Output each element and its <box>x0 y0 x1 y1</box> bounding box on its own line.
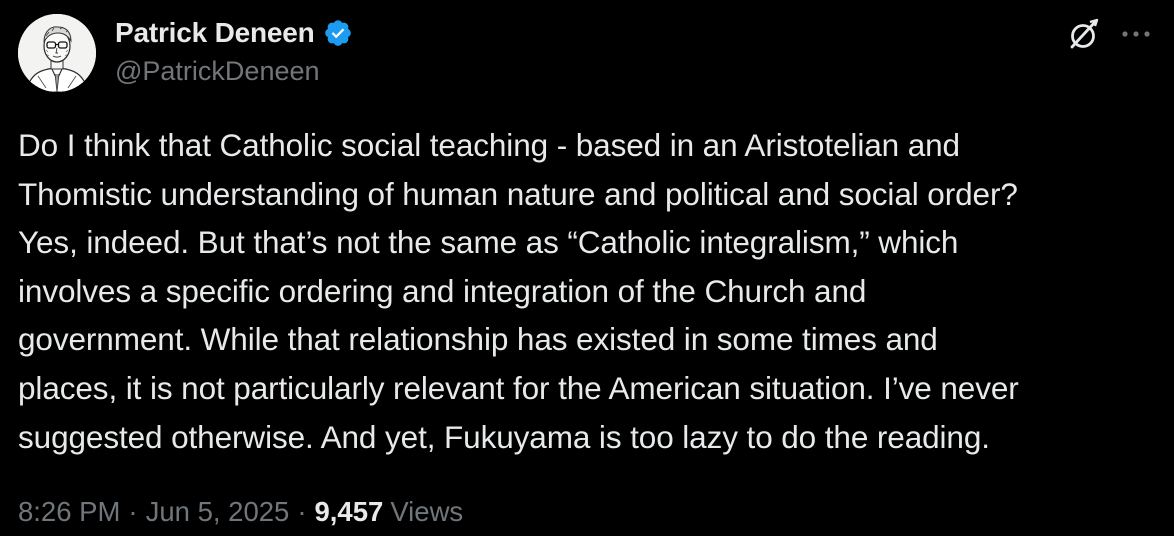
tweet-text-line: involves a specific ordering and integra… <box>18 272 867 309</box>
tweet-meta: 8:26 PM · Jun 5, 2025 · 9,457 Views <box>18 494 463 530</box>
tweet-text: Do I think that Catholic social teaching… <box>18 121 1158 461</box>
tweet-text-line: Yes, indeed. But that’s not the same as … <box>18 224 959 261</box>
author-handle[interactable]: @PatrickDeneen <box>115 56 320 87</box>
verified-badge-icon[interactable] <box>323 18 353 48</box>
tweet-text-line: Thomistic understanding of human nature … <box>18 175 1018 212</box>
author-name-row[interactable]: Patrick Deneen <box>115 16 353 50</box>
views-count[interactable]: 9,457 <box>315 496 384 528</box>
meta-separator: · <box>128 496 138 527</box>
more-icon[interactable] <box>1118 16 1154 52</box>
meta-separator: · <box>297 496 307 527</box>
author-display-name[interactable]: Patrick Deneen <box>115 17 315 49</box>
views-label: Views <box>390 496 464 527</box>
tweet-text-line: government. While that relationship has … <box>18 321 938 358</box>
tweet-timestamp-time[interactable]: 8:26 PM <box>18 496 120 528</box>
tweet-text-line: Do I think that Catholic social teaching… <box>18 127 960 163</box>
tweet-text-line: suggested otherwise. And yet, Fukuyama i… <box>18 418 990 455</box>
tweet-card: Patrick Deneen @PatrickDeneen Do I think… <box>0 0 1174 536</box>
avatar-portrait-illustration <box>18 14 96 92</box>
avatar[interactable] <box>18 14 96 92</box>
grok-icon[interactable] <box>1064 14 1104 54</box>
tweet-timestamp-date[interactable]: Jun 5, 2025 <box>146 496 290 528</box>
tweet-top-actions <box>1064 14 1154 54</box>
tweet-text-line: places, it is not particularly relevant … <box>18 369 1019 406</box>
